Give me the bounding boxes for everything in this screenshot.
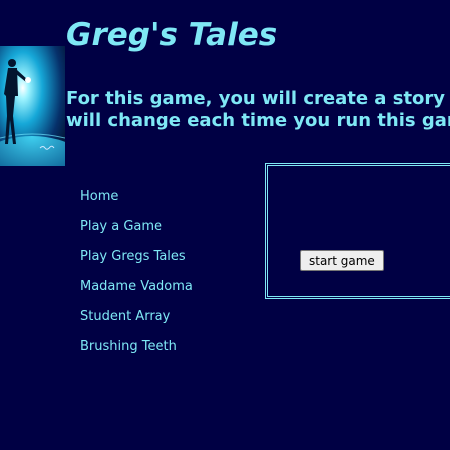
hero-image [0, 46, 65, 166]
nav-item-play-a-game: Play a Game [80, 213, 193, 243]
game-description-line-2: will change each time you run this game. [66, 110, 450, 131]
nav-menu: Home Play a Game Play Gregs Tales Madame… [80, 183, 193, 363]
nav-item-student-array: Student Array [80, 303, 193, 333]
nav-item-brushing-teeth: Brushing Teeth [80, 333, 193, 363]
nav-link-play-gregs-tales[interactable]: Play Gregs Tales [80, 249, 186, 264]
nav-item-madame-vadoma: Madame Vadoma [80, 273, 193, 303]
game-description-line-1: For this game, you will create a story t… [66, 88, 446, 109]
nav-link-home[interactable]: Home [80, 189, 118, 204]
nav-link-brushing-teeth[interactable]: Brushing Teeth [80, 339, 177, 354]
game-panel: start game [265, 163, 450, 299]
nav-link-student-array[interactable]: Student Array [80, 309, 170, 324]
page-title: Greg's Tales [66, 17, 278, 53]
astronaut-figure-image [0, 46, 65, 166]
start-game-button[interactable]: start game [300, 250, 384, 271]
nav-item-play-gregs-tales: Play Gregs Tales [80, 243, 193, 273]
nav-link-madame-vadoma[interactable]: Madame Vadoma [80, 279, 193, 294]
nav-item-home: Home [80, 183, 193, 213]
game-description: For this game, you will create a story t… [66, 88, 450, 132]
page: Greg's Tales For this game, you will cre… [0, 0, 450, 450]
nav-link-play-a-game[interactable]: Play a Game [80, 219, 162, 234]
